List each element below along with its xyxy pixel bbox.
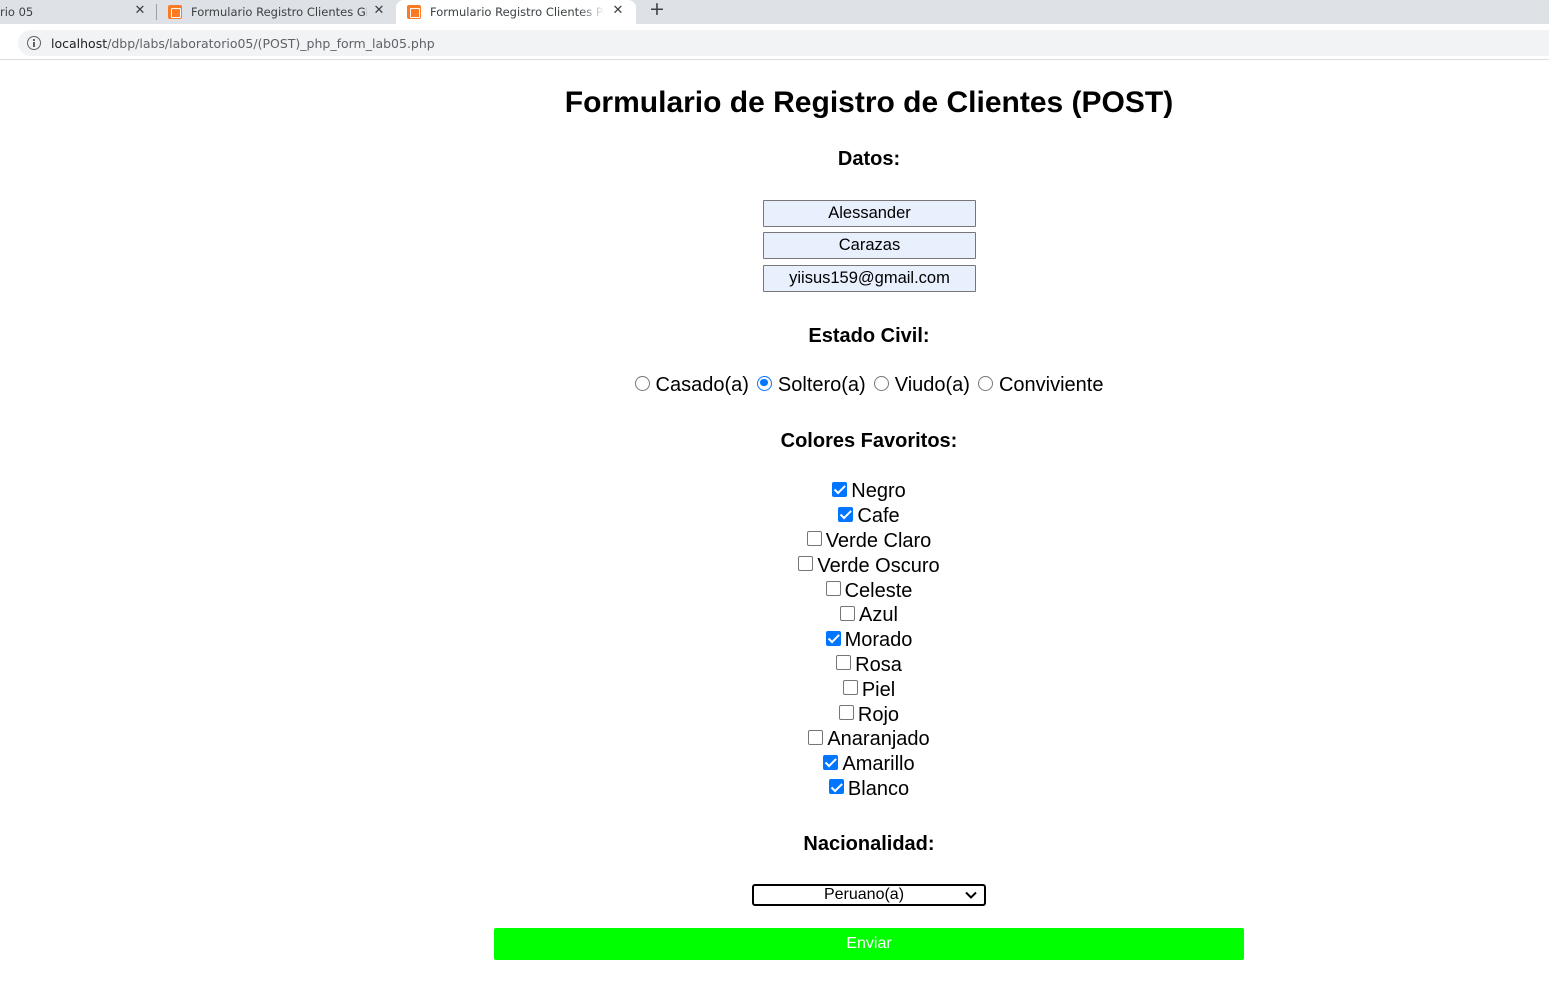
nacionalidad-select[interactable]: Peruano(a) — [752, 884, 986, 906]
close-icon[interactable]: ✕ — [371, 3, 387, 19]
checkbox-azul[interactable]: Azul — [494, 603, 1244, 628]
checkbox-blanco[interactable]: Blanco — [494, 777, 1244, 802]
xampp-favicon-icon — [407, 5, 421, 19]
checkbox-label: Celeste — [844, 579, 913, 602]
checkbox-negro[interactable]: Negro — [494, 479, 1244, 504]
radio-button[interactable] — [873, 375, 889, 391]
radio-label: Conviviente — [998, 374, 1104, 396]
checkbox-anaranjado[interactable]: Anaranjado — [494, 727, 1244, 752]
tab-strip: rio 05 ✕ Formulario Registro Clientes GE… — [0, 0, 1549, 24]
radio-conviviente[interactable]: Conviviente — [977, 372, 1104, 398]
xampp-favicon-icon — [168, 5, 182, 19]
checkbox-rojo[interactable]: Rojo — [494, 702, 1244, 727]
checkbox-celeste[interactable]: Celeste — [494, 578, 1244, 603]
checkbox-label: Azul — [859, 604, 898, 627]
checkbox-cafe[interactable]: Cafe — [494, 504, 1244, 529]
checkbox-verde-oscuro[interactable]: Verde Oscuro — [494, 553, 1244, 578]
radio-label: Casado(a) — [655, 374, 749, 396]
address-bar: localhost/dbp/labs/laboratorio05/(POST)_… — [0, 24, 1549, 60]
checkbox-rosa[interactable]: Rosa — [494, 653, 1244, 678]
checkbox[interactable] — [806, 531, 822, 547]
checkbox-label: Verde Claro — [825, 529, 932, 552]
select-value: Peruano(a) — [823, 886, 905, 903]
nacionalidad-heading: Nacionalidad: — [803, 833, 935, 855]
tab-lab05[interactable]: rio 05 ✕ — [0, 0, 156, 24]
checkbox[interactable] — [825, 630, 841, 646]
checkbox[interactable] — [808, 729, 824, 745]
estado-civil-group: Casado(a) Soltero(a) Viudo(a) Convivient… — [494, 372, 1244, 398]
url-path: /dbp/labs/laboratorio05/(POST)_php_form_… — [107, 35, 435, 51]
page-content: Formulario de Registro de Clientes (POST… — [0, 61, 1549, 995]
url-text[interactable]: localhost/dbp/labs/laboratorio05/(POST)_… — [51, 36, 435, 51]
tab-form-get[interactable]: Formulario Registro Clientes GET ✕ — [168, 0, 392, 24]
checkbox[interactable] — [823, 754, 839, 770]
checkbox[interactable] — [832, 481, 848, 497]
radio-viudo[interactable]: Viudo(a) — [873, 372, 970, 398]
checkbox-label: Amarillo — [842, 753, 915, 776]
radio-button[interactable] — [756, 375, 772, 391]
checkbox-amarillo[interactable]: Amarillo — [494, 752, 1244, 777]
close-icon[interactable]: ✕ — [132, 3, 148, 19]
checkbox[interactable] — [825, 581, 841, 597]
checkbox-label: Anaranjado — [827, 728, 930, 751]
tab-divider — [156, 4, 157, 20]
checkbox[interactable] — [798, 556, 814, 572]
radio-label: Viudo(a) — [894, 374, 970, 396]
radio-button[interactable] — [634, 375, 650, 391]
checkbox-label: Cafe — [857, 505, 900, 528]
info-icon[interactable] — [27, 36, 41, 50]
checkbox-label: Blanco — [847, 777, 910, 800]
estado-civil-heading: Estado Civil: — [808, 325, 930, 347]
checkbox-label: Rosa — [855, 653, 902, 676]
new-tab-button[interactable]: + — [647, 0, 667, 20]
checkbox-verde-claro[interactable]: Verde Claro — [494, 529, 1244, 554]
checkbox-label: Piel — [861, 678, 896, 701]
radio-label: Soltero(a) — [777, 374, 866, 396]
email-input[interactable] — [763, 265, 976, 292]
tab-title: rio 05 — [0, 5, 34, 19]
radio-casado[interactable]: Casado(a) — [634, 372, 749, 398]
checkbox-label: Rojo — [857, 703, 900, 726]
checkbox[interactable] — [842, 680, 858, 696]
url-host: localhost — [51, 35, 108, 51]
checkbox[interactable] — [838, 705, 854, 721]
datos-heading: Datos: — [837, 148, 901, 170]
colores-heading: Colores Favoritos: — [780, 430, 958, 452]
radio-button[interactable] — [977, 375, 993, 391]
checkbox-piel[interactable]: Piel — [494, 677, 1244, 702]
radio-soltero[interactable]: Soltero(a) — [756, 372, 866, 398]
chevron-down-icon — [965, 891, 977, 899]
checkbox-label: Morado — [844, 629, 913, 652]
omnibox[interactable]: localhost/dbp/labs/laboratorio05/(POST)_… — [18, 30, 1549, 56]
apellido-input[interactable] — [763, 232, 976, 259]
tab-form-post[interactable]: Formulario Registro Clientes POS ✕ — [396, 0, 636, 24]
close-icon[interactable]: ✕ — [610, 3, 626, 19]
checkbox-morado[interactable]: Morado — [494, 628, 1244, 653]
checkbox-label: Negro — [851, 480, 906, 503]
checkbox-label: Verde Oscuro — [817, 554, 940, 577]
tab-title: Formulario Registro Clientes GET — [191, 5, 367, 19]
checkbox[interactable] — [828, 779, 844, 795]
tab-title: Formulario Registro Clientes POS — [430, 5, 605, 19]
colores-group: Negro Cafe Verde Claro Verde Oscuro Cele… — [494, 479, 1244, 801]
nombre-input[interactable] — [763, 200, 976, 227]
checkbox[interactable] — [840, 605, 856, 621]
enviar-button[interactable]: Enviar — [494, 928, 1244, 960]
checkbox[interactable] — [836, 655, 852, 671]
checkbox[interactable] — [838, 506, 854, 522]
page-title: Formulario de Registro de Clientes (POST… — [564, 86, 1174, 119]
